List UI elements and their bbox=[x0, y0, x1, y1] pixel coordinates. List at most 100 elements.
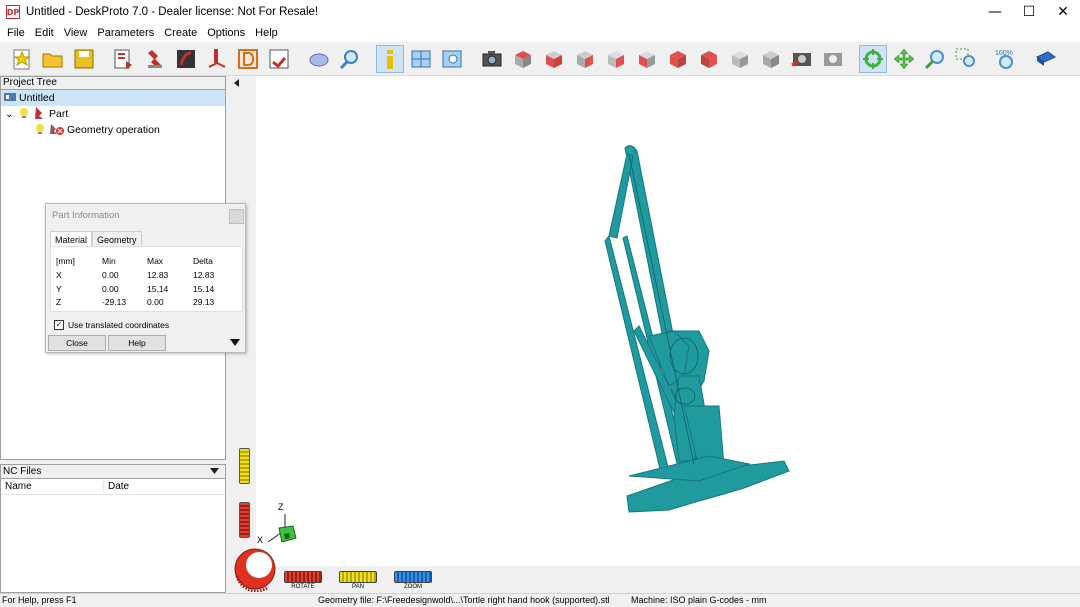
table-row: X 0.00 12.83 12.83 bbox=[51, 270, 244, 282]
view-front-icon[interactable] bbox=[540, 45, 568, 73]
zoom-mode-icon[interactable] bbox=[921, 45, 949, 73]
minimize-button[interactable]: — bbox=[978, 0, 1012, 24]
view-iso-icon[interactable] bbox=[695, 45, 723, 73]
tree-label-geometry-operation: Geometry operation bbox=[67, 124, 160, 136]
view-bottom-icon[interactable] bbox=[664, 45, 692, 73]
dropdown-arrow-icon[interactable] bbox=[210, 468, 219, 475]
new-project-icon[interactable] bbox=[8, 45, 36, 73]
expand-arrow-icon[interactable] bbox=[230, 339, 240, 346]
table-row: Z -29.13 0.00 29.13 bbox=[51, 297, 244, 309]
chevron-down-icon[interactable]: ⌄ bbox=[5, 109, 19, 120]
menu-help[interactable]: Help bbox=[250, 27, 283, 39]
rotate-slider[interactable] bbox=[284, 571, 322, 583]
vector-operation-icon[interactable] bbox=[172, 45, 200, 73]
view-right-icon[interactable] bbox=[571, 45, 599, 73]
part-icon bbox=[33, 106, 49, 123]
table-cell: -29.13 bbox=[102, 297, 127, 307]
viewport-bottom-controls: ROTATE PAN ZOOM bbox=[229, 566, 1080, 593]
nc-files-title: NC Files bbox=[3, 466, 42, 477]
camera-icon[interactable] bbox=[478, 45, 506, 73]
preview-icon[interactable] bbox=[438, 45, 466, 73]
view-iso2-icon[interactable] bbox=[726, 45, 754, 73]
zoom-part-icon[interactable] bbox=[336, 45, 364, 73]
tree-item-part[interactable]: ⌄ Part bbox=[1, 106, 225, 122]
window-title: Untitled - DeskProto 7.0 - Dealer licens… bbox=[26, 6, 319, 18]
geometry-operation-icon bbox=[49, 122, 67, 139]
axis-z-label: Z bbox=[278, 502, 284, 512]
zoom-100-icon[interactable]: 100% bbox=[992, 45, 1020, 73]
tree-label-untitled: Untitled bbox=[19, 92, 55, 104]
project-tree-header: Project Tree bbox=[1, 77, 225, 90]
maximize-button[interactable]: ☐ bbox=[1012, 0, 1046, 24]
table-header: [mm] bbox=[56, 256, 75, 266]
pan-slider[interactable] bbox=[339, 571, 377, 583]
lightbulb-icon[interactable] bbox=[19, 107, 33, 122]
status-machine: Machine: ISO plain G-codes - mm bbox=[631, 595, 767, 605]
view-top-icon[interactable] bbox=[509, 45, 537, 73]
nc-column-date[interactable]: Date bbox=[104, 481, 129, 492]
book-help-icon[interactable] bbox=[1032, 45, 1060, 73]
open-project-icon[interactable] bbox=[39, 45, 67, 73]
view-left-icon[interactable] bbox=[633, 45, 661, 73]
pan-dial[interactable] bbox=[239, 448, 250, 484]
screenshot2-icon[interactable] bbox=[819, 45, 847, 73]
collapse-arrow-icon[interactable] bbox=[233, 79, 241, 89]
table-cell: 0.00 bbox=[102, 270, 119, 280]
menu-edit[interactable]: Edit bbox=[30, 27, 59, 39]
close-button[interactable]: Close bbox=[48, 335, 106, 351]
pan-label: PAN bbox=[352, 584, 364, 590]
part-information-icon[interactable] bbox=[376, 44, 404, 73]
menu-view[interactable]: View bbox=[59, 27, 93, 39]
bitmap-operation-icon[interactable] bbox=[203, 45, 231, 73]
table-header: Max bbox=[147, 256, 164, 266]
rotate-dial[interactable] bbox=[239, 502, 250, 538]
dialog-close-icon[interactable] bbox=[229, 209, 244, 224]
lightbulb-icon[interactable] bbox=[35, 123, 49, 138]
nc-files-header: NC Files bbox=[1, 465, 225, 479]
menu-create[interactable]: Create bbox=[159, 27, 202, 39]
zoom-label: ZOOM bbox=[404, 584, 422, 590]
part-icon[interactable] bbox=[141, 45, 169, 73]
close-window-button[interactable]: ✕ bbox=[1046, 0, 1080, 24]
nc-column-name[interactable]: Name bbox=[1, 481, 104, 492]
help-button[interactable]: Help bbox=[108, 335, 166, 351]
zoom-slider[interactable] bbox=[394, 571, 432, 583]
table-cell: X bbox=[56, 270, 62, 280]
table-header: Delta bbox=[193, 256, 213, 266]
nc-files-panel: NC Files Name Date bbox=[0, 464, 226, 593]
checkmark-icon[interactable]: ✓ bbox=[54, 320, 64, 330]
shaded-view-icon[interactable] bbox=[305, 45, 333, 73]
tree-item-untitled[interactable]: Untitled bbox=[1, 90, 225, 106]
table-cell: 12.83 bbox=[147, 270, 169, 280]
save-project-icon[interactable] bbox=[70, 45, 98, 73]
table-cell: 0.00 bbox=[102, 284, 119, 294]
tree-item-geometry-operation[interactable]: Geometry operation bbox=[1, 122, 225, 138]
zoom-window-icon[interactable] bbox=[952, 45, 980, 73]
split-view-icon[interactable] bbox=[407, 45, 435, 73]
rotate-wheel-icon[interactable] bbox=[232, 546, 278, 592]
table-header: Min bbox=[102, 256, 116, 266]
load-geometry-icon[interactable] bbox=[110, 45, 138, 73]
title-bar: DP Untitled - DeskProto 7.0 - Dealer lic… bbox=[0, 0, 1080, 24]
table-cell: 29.13 bbox=[193, 297, 215, 307]
drawing-icon[interactable] bbox=[234, 45, 262, 73]
screenshot-icon[interactable] bbox=[788, 45, 816, 73]
menu-file[interactable]: File bbox=[2, 27, 30, 39]
view-back-icon[interactable] bbox=[602, 45, 630, 73]
tree-label-part: Part bbox=[49, 108, 69, 120]
menu-parameters[interactable]: Parameters bbox=[92, 27, 159, 39]
view-iso3-icon[interactable] bbox=[757, 45, 785, 73]
rotate-mode-icon[interactable] bbox=[859, 44, 887, 73]
pan-mode-icon[interactable] bbox=[890, 45, 918, 73]
rotate-label: ROTATE bbox=[291, 584, 315, 590]
table-cell: 12.83 bbox=[193, 270, 215, 280]
status-geometry-file: Geometry file: F:\Freedesignwold\...\Tor… bbox=[318, 595, 610, 605]
3d-viewport[interactable] bbox=[229, 76, 1080, 593]
menu-options[interactable]: Options bbox=[202, 27, 250, 39]
use-translated-coordinates-checkbox[interactable]: ✓ Use translated coordinates bbox=[54, 320, 169, 330]
project-icon bbox=[3, 91, 19, 106]
write-nc-icon[interactable] bbox=[265, 45, 293, 73]
status-help: For Help, press F1 bbox=[2, 595, 77, 605]
table-row: Y 0.00 15.14 15.14 bbox=[51, 284, 244, 296]
status-bar: For Help, press F1 Geometry file: F:\Fre… bbox=[0, 593, 1080, 607]
